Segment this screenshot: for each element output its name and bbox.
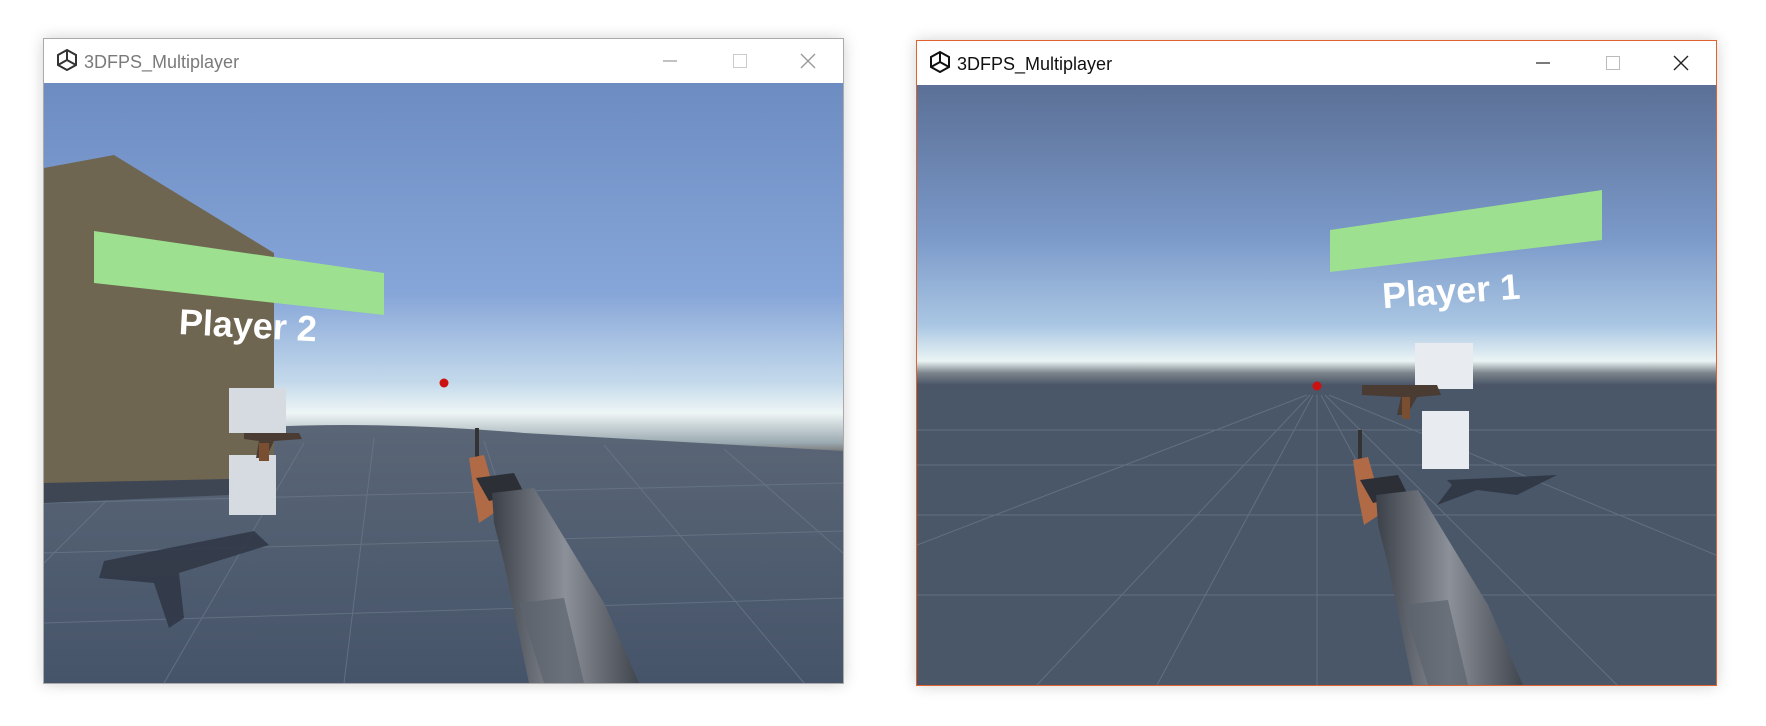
unity-logo-icon bbox=[930, 51, 950, 73]
game-viewport[interactable]: Player 2 bbox=[44, 83, 843, 683]
maximize-button[interactable] bbox=[717, 39, 763, 83]
maximize-icon bbox=[733, 54, 747, 68]
title-bar[interactable]: 3DFPS_Multiplayer bbox=[44, 39, 843, 83]
player-nametag: Player 2 bbox=[178, 301, 318, 349]
window-title: 3DFPS_Multiplayer bbox=[957, 54, 1113, 74]
close-icon bbox=[1673, 55, 1689, 71]
minimize-button[interactable] bbox=[647, 39, 693, 83]
close-button[interactable] bbox=[1658, 41, 1704, 85]
maximize-button[interactable] bbox=[1590, 41, 1636, 85]
close-button[interactable] bbox=[785, 39, 831, 83]
minimize-icon bbox=[1536, 62, 1550, 64]
maximize-icon bbox=[1606, 56, 1620, 70]
minimize-button[interactable] bbox=[1520, 41, 1566, 85]
unity-logo-icon bbox=[57, 49, 77, 71]
minimize-icon bbox=[663, 60, 677, 62]
game-window-player-view-right[interactable]: 3DFPS_Multiplayer Player 1 bbox=[916, 40, 1717, 686]
game-window-player-view-left[interactable]: 3DFPS_Multiplayer Player 2 bbox=[43, 38, 844, 684]
crosshair bbox=[439, 378, 449, 388]
crosshair bbox=[1312, 381, 1322, 391]
game-viewport[interactable]: Player 1 bbox=[917, 85, 1716, 685]
title-bar[interactable]: 3DFPS_Multiplayer bbox=[917, 41, 1716, 85]
close-icon bbox=[800, 53, 816, 69]
window-title: 3DFPS_Multiplayer bbox=[84, 52, 240, 72]
